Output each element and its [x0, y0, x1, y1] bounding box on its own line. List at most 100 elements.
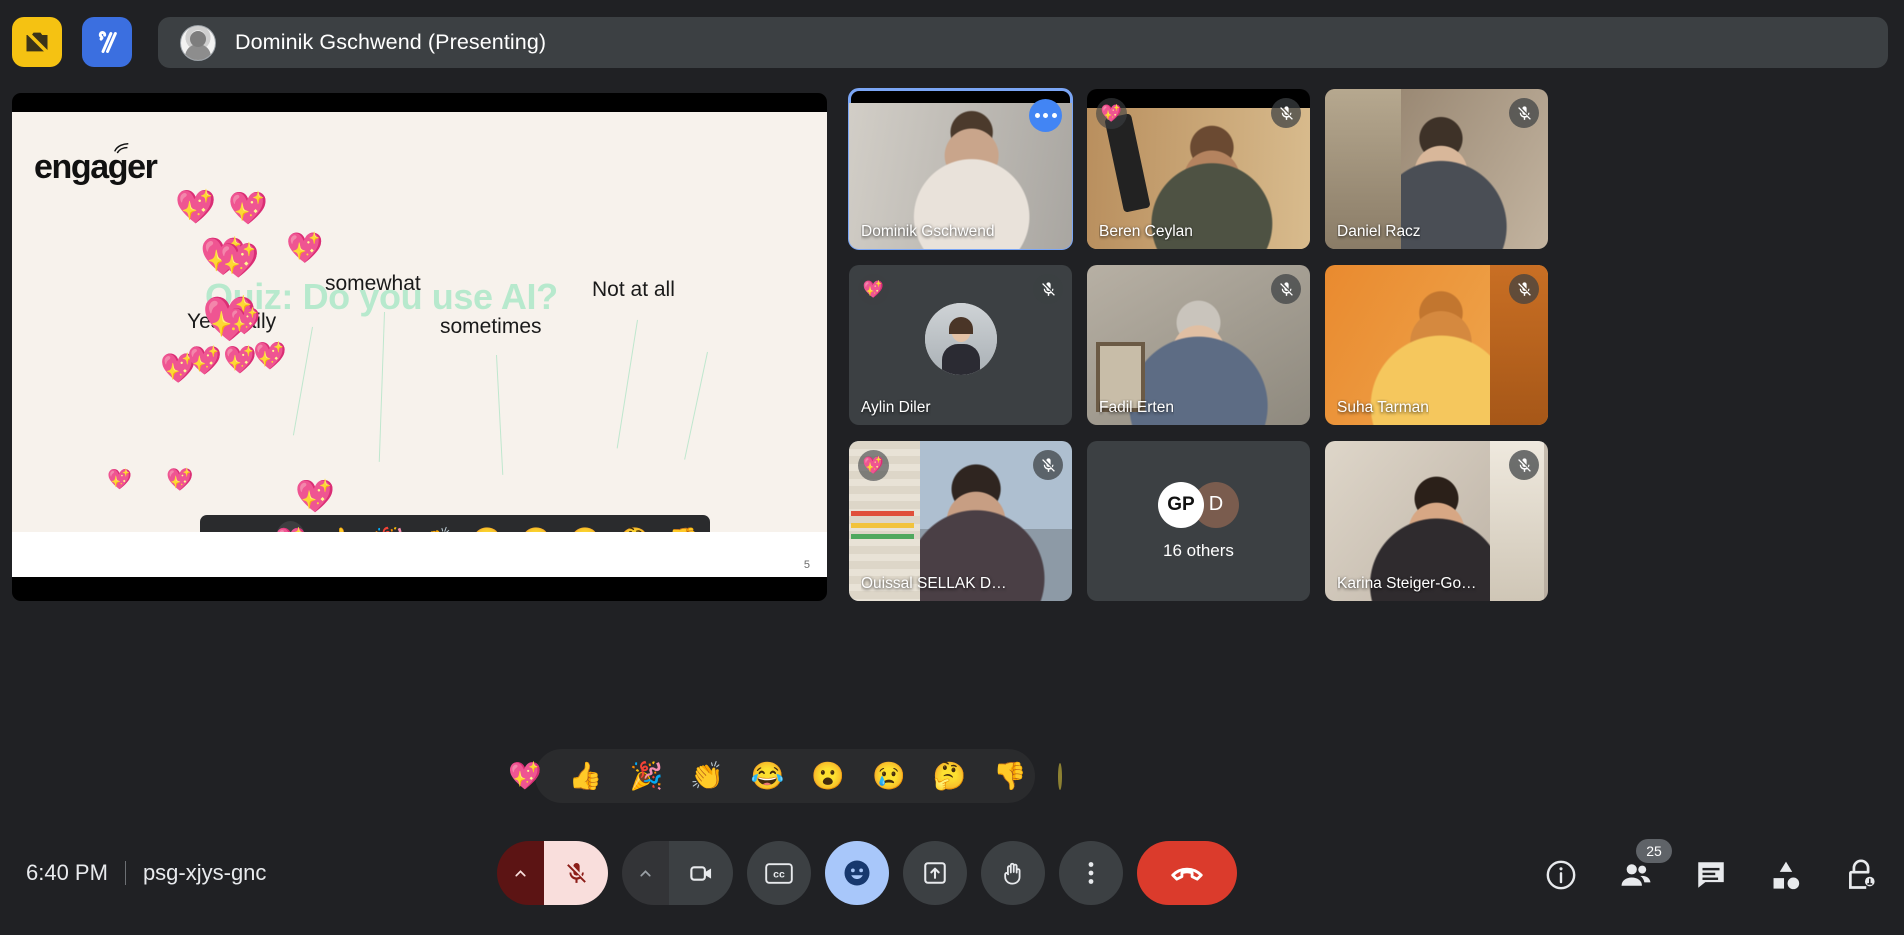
engager-icon[interactable]: [82, 17, 132, 67]
floating-reaction: 💖: [228, 190, 268, 226]
camera-control-group: [622, 841, 733, 905]
reaction-heart[interactable]: 💖: [508, 762, 542, 790]
reaction-thumbsup[interactable]: 👍: [569, 762, 603, 790]
reaction-picker-bar: 💖 👍 🎉 👏 😂 😮 😢 🤔 👎: [508, 749, 1062, 803]
floating-reaction: 💖: [295, 478, 335, 514]
participant-tile-others[interactable]: GP D 16 others: [1087, 441, 1310, 601]
participant-tile-karina-steiger[interactable]: Karina Steiger-Go…: [1325, 441, 1548, 601]
participant-tile-aylin-diler[interactable]: 💖 Aylin Diler: [849, 265, 1072, 425]
participant-count-badge: 25: [1636, 839, 1672, 863]
camera-options-button[interactable]: [622, 841, 669, 905]
participant-name: Ouissal SELLAK D…: [861, 575, 1007, 592]
mic-off-icon: [1509, 98, 1539, 128]
participant-name: Daniel Racz: [1337, 223, 1421, 240]
avatar: GP: [1158, 481, 1204, 528]
mic-off-icon: [1033, 274, 1063, 304]
participant-tile-daniel-racz[interactable]: Daniel Racz: [1325, 89, 1548, 249]
floating-reaction: 💖: [286, 232, 324, 265]
participant-tile-fadil-erten[interactable]: Fadil Erten: [1087, 265, 1310, 425]
tile-reaction-badge: 💖: [1096, 98, 1127, 129]
mic-options-button[interactable]: [497, 841, 544, 905]
participant-name: Suha Tarman: [1337, 399, 1429, 416]
wave-icon: [114, 143, 129, 154]
raise-hand-button[interactable]: [981, 841, 1045, 905]
floating-reaction: 💖: [187, 345, 222, 376]
slide-page-number: 5: [803, 559, 810, 571]
poll-line-3: [616, 319, 639, 449]
meeting-code: psg-xjys-gnc: [142, 860, 267, 885]
captions-button[interactable]: cc: [747, 841, 811, 905]
mic-off-icon: [1271, 98, 1301, 128]
engager-logo-text: engager: [34, 148, 158, 186]
call-controls: cc: [497, 841, 1237, 905]
bottom-control-bar: 6:40 PM psg-xjys-gnc cc 25: [0, 812, 1904, 935]
poll-option-1: somewhat: [325, 272, 421, 295]
lock-icon[interactable]: [1844, 858, 1878, 892]
reaction-thinking[interactable]: 🤔: [933, 762, 967, 790]
floating-reaction: 💖: [217, 242, 260, 280]
more-options-button[interactable]: [1059, 841, 1123, 905]
microphone-control-group: [497, 841, 608, 905]
others-count-label: 16 others: [1163, 540, 1234, 560]
top-bar: Dominik Gschwend (Presenting): [0, 0, 1904, 84]
divider: [124, 861, 126, 885]
reaction-sad[interactable]: 😢: [872, 762, 906, 790]
floating-reaction: 💖: [166, 467, 194, 492]
activities-icon[interactable]: [1769, 858, 1803, 892]
present-now-button[interactable]: [903, 841, 967, 905]
no-screenshot-icon[interactable]: [12, 17, 62, 67]
poll-line-0: [292, 326, 314, 436]
slide-footer: 5: [12, 532, 827, 577]
participant-name: Fadil Erten: [1099, 399, 1174, 416]
engager-logo: engager: [34, 143, 158, 187]
poll-line-2: [496, 354, 504, 475]
floating-reaction: 💖: [175, 188, 217, 225]
meeting-details-icon[interactable]: [1544, 858, 1578, 892]
presenting-chip[interactable]: Dominik Gschwend (Presenting): [158, 17, 1888, 68]
participant-tile-beren-ceylan[interactable]: 💖 Beren Ceylan: [1087, 89, 1310, 249]
svg-text:cc: cc: [773, 868, 785, 880]
tile-more-options-button[interactable]: [1029, 99, 1062, 132]
reaction-joy[interactable]: 😂: [751, 762, 785, 790]
participant-name: Dominik Gschwend: [861, 223, 995, 240]
participant-name: Beren Ceylan: [1099, 223, 1193, 240]
floating-reaction: 💖: [107, 469, 132, 491]
microphone-button[interactable]: [544, 841, 608, 905]
floating-reaction: 💖: [253, 341, 287, 371]
leave-call-button[interactable]: [1137, 841, 1237, 905]
reactions-button[interactable]: [825, 841, 889, 905]
mic-off-icon: [1033, 450, 1063, 480]
tile-reaction-badge: 💖: [858, 450, 889, 481]
google-meet-window: Dominik Gschwend (Presenting) engager Qu…: [0, 0, 1904, 935]
mic-off-icon: [1509, 450, 1539, 480]
reaction-party[interactable]: 🎉: [629, 762, 663, 790]
poll-option-2: sometimes: [440, 315, 542, 338]
right-side-actions: 25: [1544, 839, 1878, 892]
participant-grid: Dominik Gschwend 💖 Beren Ceylan Daniel R…: [848, 88, 1892, 605]
reaction-thumbsdown[interactable]: 👎: [993, 762, 1027, 790]
presentation-stage[interactable]: engager Quiz: Do you use AI? Yes, daily …: [12, 93, 827, 601]
skin-tone-swatch[interactable]: [1057, 762, 1062, 790]
participant-tile-dominik-gschwend[interactable]: Dominik Gschwend: [848, 88, 1073, 250]
reaction-surprised[interactable]: 😮: [811, 762, 845, 790]
floating-reaction: 💖: [223, 345, 257, 375]
chat-icon[interactable]: [1694, 858, 1728, 892]
nested-shared-control-bar: 💖 👍 🎉 👏 😂 😮 😢 🤔 👎: [200, 515, 710, 532]
reaction-clap[interactable]: 👏: [690, 762, 724, 790]
participant-tile-suha-tarman[interactable]: Suha Tarman: [1325, 265, 1548, 425]
nested-reaction-heart[interactable]: 💖: [275, 521, 307, 532]
others-avatars: GP D: [1158, 481, 1239, 528]
presenter-name: Dominik Gschwend (Presenting): [235, 30, 547, 54]
participant-name: Aylin Diler: [861, 399, 931, 416]
shared-slide: engager Quiz: Do you use AI? Yes, daily …: [12, 112, 827, 532]
poll-option-3: Not at all: [592, 278, 675, 301]
people-icon[interactable]: 25: [1619, 839, 1672, 892]
mic-off-icon: [1271, 274, 1301, 304]
mic-off-icon: [1509, 274, 1539, 304]
poll-line-4: [684, 351, 709, 460]
tile-reaction-badge: 💖: [858, 274, 889, 305]
nested-reaction-row: 💖 👍 🎉 👏 😂 😮 😢 🤔 👎: [200, 515, 710, 532]
participant-tile-ouissal-sellak[interactable]: 💖 Ouissal SELLAK D…: [849, 441, 1072, 601]
avatar: [180, 24, 216, 61]
camera-button[interactable]: [669, 841, 733, 905]
